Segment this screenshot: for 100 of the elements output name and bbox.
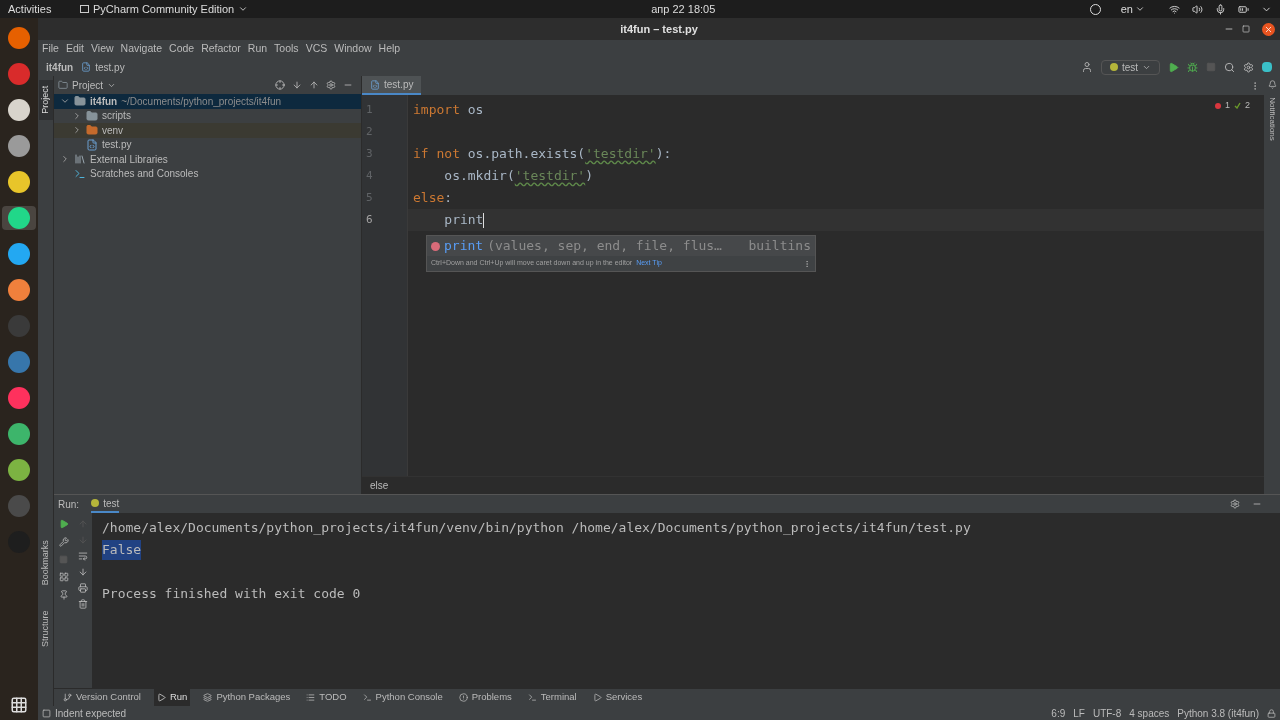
tree-path: ~/Documents/python_projects/it4fun [121, 94, 282, 109]
terminal-icon [527, 693, 537, 702]
menu-item[interactable]: View [91, 41, 114, 57]
lock-icon[interactable] [1267, 708, 1276, 718]
tree-item[interactable]: scripts [54, 108, 361, 123]
user-icon[interactable] [1080, 61, 1093, 73]
bug-icon[interactable] [1187, 61, 1198, 73]
rerun-icon[interactable] [58, 519, 69, 529]
menu-item[interactable]: Code [169, 41, 195, 57]
folder-icon [74, 95, 86, 108]
tree-label: it4fun [90, 94, 118, 109]
status-item[interactable]: Python 3.8 (it4fun) [1177, 705, 1259, 720]
layout-icon[interactable] [58, 572, 69, 582]
layers-icon [203, 693, 213, 702]
code-line: else: [413, 189, 453, 208]
library-icon [74, 153, 86, 166]
settings-icon[interactable] [1243, 61, 1254, 73]
menu-item[interactable]: Edit [65, 41, 84, 57]
tool-window-tab[interactable]: Run [153, 689, 191, 706]
battery-icon[interactable] [1238, 3, 1249, 15]
tree-label: Scratches and Consoles [90, 167, 199, 182]
stripe-button[interactable]: Notifications [1265, 89, 1279, 149]
tool-window-tab[interactable]: Terminal [524, 689, 580, 706]
expand-all-icon[interactable] [292, 80, 302, 90]
stripe-button[interactable]: Structure [38, 600, 53, 658]
collapse-all-icon[interactable] [309, 80, 319, 90]
settings-icon[interactable] [1230, 499, 1240, 509]
bell-icon[interactable] [1267, 80, 1277, 89]
line-number: 6 [365, 211, 374, 228]
menu-item[interactable]: Tools [274, 41, 299, 57]
trash-icon[interactable] [77, 599, 88, 609]
menu-item[interactable]: Refactor [201, 41, 241, 57]
inspection-widget[interactable]: 1 2 [1214, 99, 1250, 113]
breadcrumb-item[interactable]: else [362, 478, 389, 493]
stripe-button[interactable]: Project [38, 80, 53, 120]
tool-window-tab[interactable]: Python Console [359, 689, 446, 706]
menu-item[interactable]: Window [334, 41, 372, 57]
more-icon[interactable] [803, 259, 811, 268]
app-grid-icon[interactable] [10, 696, 28, 714]
activities-button[interactable]: Activities [8, 0, 72, 18]
chevron-right-icon[interactable] [72, 125, 82, 136]
tree-item[interactable]: test.py [54, 137, 361, 152]
menu-item[interactable]: VCS [305, 41, 328, 57]
locate-icon[interactable] [275, 80, 285, 90]
tool-window-tab[interactable]: Services [589, 689, 646, 706]
maximize-icon[interactable] [1242, 25, 1250, 33]
menu-item[interactable]: Help [378, 41, 401, 57]
tree-label: venv [102, 123, 124, 138]
list-icon [306, 693, 316, 702]
tree-item[interactable]: External Libraries [54, 152, 361, 167]
tool-window-tab[interactable]: Python Packages [200, 689, 294, 706]
panel-title[interactable]: Project [58, 77, 117, 93]
menu-item[interactable]: Run [247, 41, 268, 57]
console-icon [74, 167, 86, 180]
language-selector[interactable]: en [1120, 0, 1145, 18]
caret-icon [238, 4, 249, 14]
pin-icon[interactable] [58, 590, 69, 600]
settings-icon[interactable] [326, 80, 336, 90]
completion-item[interactable]: print (values, sep, end, file, flus… builtins [427, 236, 815, 256]
volume-icon[interactable] [1192, 3, 1203, 15]
console-icon [362, 693, 372, 702]
tool-window-tab[interactable]: Problems [455, 689, 515, 706]
chevron-right-icon[interactable] [60, 154, 70, 165]
tree-item[interactable]: it4fun ~/Documents/python_projects/it4fun [54, 94, 361, 109]
panel-title: Run: [58, 497, 80, 512]
error-icon [458, 693, 468, 702]
status-item[interactable]: UTF-8 [1092, 705, 1122, 720]
chevron-right-icon[interactable] [72, 110, 82, 121]
tree-item[interactable]: venv [54, 123, 361, 138]
python-file-icon [81, 62, 92, 72]
scroll-end-icon[interactable] [77, 567, 88, 577]
app-menu-button[interactable]: PyCharm Community Edition [80, 0, 249, 18]
run-icon[interactable] [1168, 61, 1179, 73]
python-file-icon [370, 79, 380, 90]
status-toggle-icon[interactable] [42, 708, 51, 718]
run-config-dropdown[interactable]: test [1100, 59, 1160, 75]
wrap-icon[interactable] [77, 551, 88, 561]
close-button[interactable] [1262, 22, 1275, 36]
tree-item[interactable]: Scratches and Consoles [54, 166, 361, 181]
print-icon[interactable] [77, 583, 88, 593]
wrench-icon[interactable] [58, 537, 69, 547]
stripe-button[interactable]: Bookmarks [38, 534, 53, 592]
console-tab[interactable]: test [91, 495, 120, 513]
status-item[interactable]: LF [1073, 705, 1085, 720]
tool-window-tab[interactable]: Version Control [60, 689, 144, 706]
app-launcher[interactable] [2, 206, 36, 230]
search-icon[interactable] [1224, 61, 1235, 73]
wifi-icon[interactable] [1169, 3, 1180, 15]
logo-icon[interactable] [1262, 62, 1272, 72]
breadcrumb-item[interactable]: test.py [81, 59, 125, 75]
tool-window-tab[interactable]: TODO [303, 689, 350, 706]
status-item[interactable]: 4 spaces [1129, 705, 1170, 720]
menu-item[interactable]: Navigate [120, 41, 163, 57]
editor-tab[interactable]: test.py [362, 76, 422, 95]
status-item[interactable]: 6:9 [1051, 705, 1066, 720]
tree-label: test.py [102, 138, 132, 153]
menu-item[interactable]: File [42, 41, 59, 57]
clock[interactable]: апр 22 18:05 [651, 0, 716, 18]
microphone-icon[interactable] [1215, 3, 1226, 15]
breadcrumb-item[interactable]: it4fun [46, 59, 74, 75]
